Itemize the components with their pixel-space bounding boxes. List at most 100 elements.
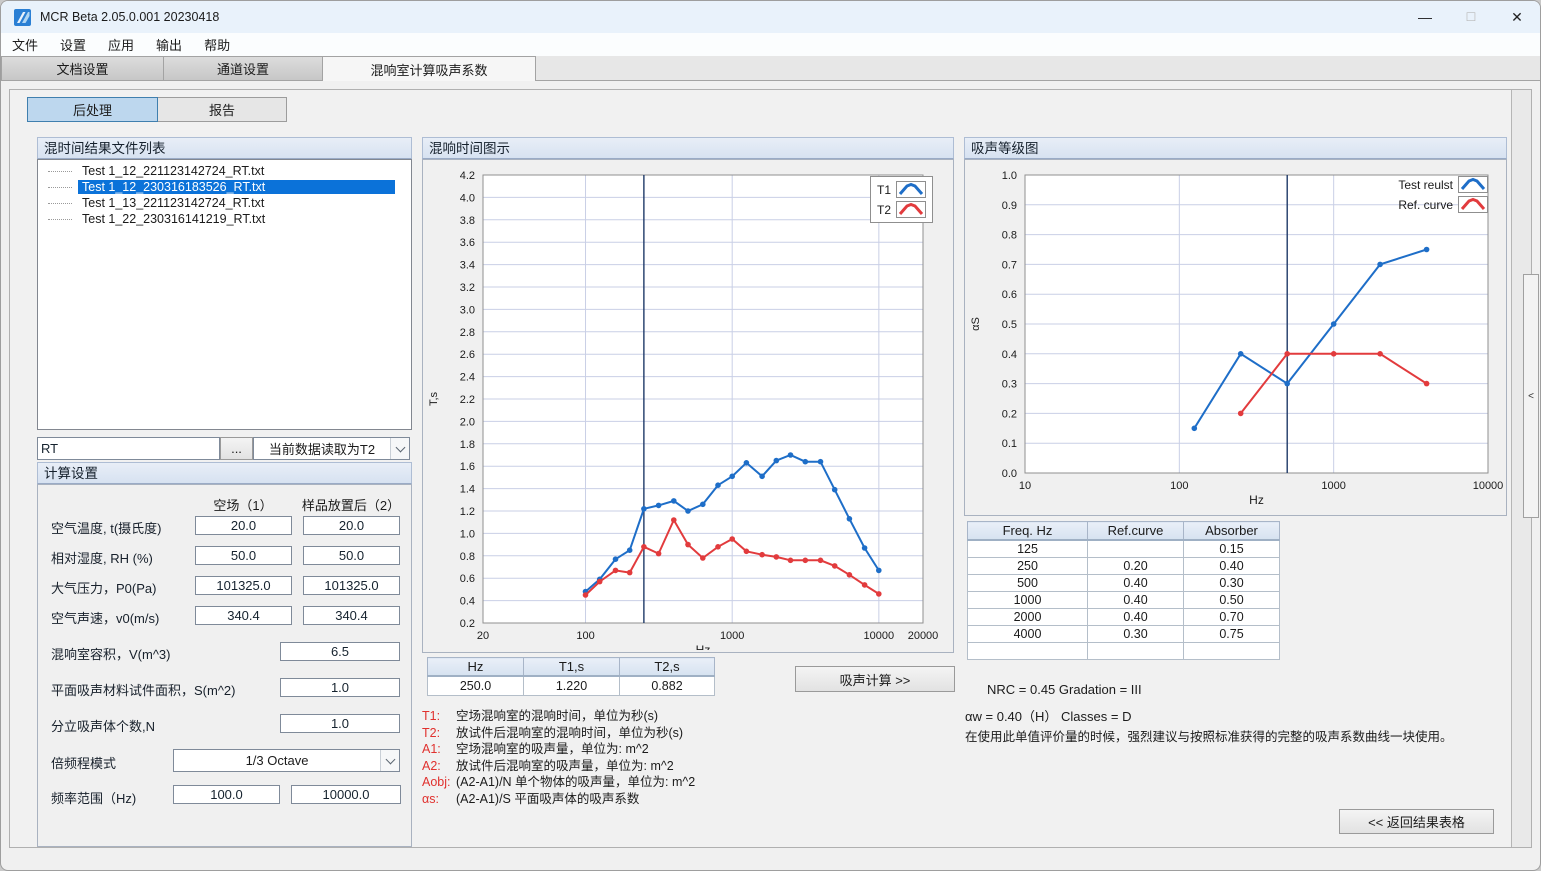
table-cell: 0.50 (1184, 591, 1280, 608)
minimize-icon[interactable]: — (1402, 1, 1448, 33)
tab-文档设置[interactable]: 文档设置 (1, 56, 164, 80)
svg-text:0.2: 0.2 (1002, 408, 1017, 420)
calc-input-with-sample[interactable] (303, 546, 400, 565)
table-cell: 1.220 (524, 676, 620, 695)
definition-text: 空场混响室的混响时间，单位为秒(s) (456, 709, 658, 723)
legend-label: T1 (877, 183, 891, 197)
table-cell: 0.40 (1088, 608, 1184, 625)
svg-text:0.4: 0.4 (460, 596, 475, 608)
rt-chart-caption: 混响时间图示 (422, 137, 954, 159)
tab-通道设置[interactable]: 通道设置 (164, 56, 323, 80)
usage-note: 在使用此单值评价量的时候，强烈建议与按照标准获得的完整的吸声系数曲线一块使用。 (965, 726, 1453, 745)
menu-item-设置[interactable]: 设置 (49, 33, 97, 56)
calc-settings-caption: 计算设置 (37, 462, 412, 484)
table-cell: 0.20 (1088, 557, 1184, 574)
calc-input-single[interactable] (280, 714, 400, 733)
file-name: Test 1_12_221123142724_RT.txt (78, 164, 395, 178)
rt-name-input[interactable] (37, 437, 220, 460)
svg-text:1000: 1000 (720, 630, 744, 642)
svg-text:0.4: 0.4 (1002, 349, 1017, 361)
file-list-caption: 混时间结果文件列表 (37, 137, 412, 159)
table-cell (1088, 540, 1184, 557)
table-row: 20000.400.70 (968, 608, 1280, 625)
rt-chart[interactable]: T1T2 0.20.40.60.81.01.21.41.61.82.02.22.… (422, 159, 954, 653)
tab-混响室计算吸声系数[interactable]: 混响室计算吸声系数 (323, 56, 536, 81)
rating-chart[interactable]: Test reulstRef. curve 0.00.10.20.30.40.5… (964, 159, 1507, 516)
absorb-calc-button[interactable]: 吸声计算 >> (795, 666, 955, 692)
svg-text:0.2: 0.2 (460, 618, 475, 630)
definition-text: (A2-A1)/S 平面吸声体的吸声系数 (456, 792, 639, 806)
freq-max-input[interactable] (291, 785, 401, 804)
file-list-item[interactable]: Test 1_12_221123142724_RT.txt (38, 163, 411, 179)
legend-label: Test reulst (1398, 178, 1453, 192)
curve-glyph-icon (896, 201, 926, 218)
tree-guide (48, 171, 72, 172)
table-header-cell: Ref.curve (1088, 522, 1184, 541)
maximize-icon[interactable]: ☐ (1448, 1, 1494, 33)
table-row: 250.01.2200.882 (428, 676, 715, 695)
return-results-button[interactable]: << 返回结果表格 (1339, 809, 1494, 834)
calc-input-empty-room[interactable] (195, 576, 292, 595)
definition-text: (A2-A1)/N 单个物体的吸声量，单位为: m^2 (456, 775, 695, 789)
calc-input-empty-room[interactable] (195, 546, 292, 565)
definition-text: 放试件后混响室的吸声量，单位为: m^2 (456, 759, 674, 773)
svg-text:1.2: 1.2 (460, 506, 475, 518)
table-header-cell: Freq. Hz (968, 522, 1088, 541)
calc-input-empty-room[interactable] (195, 516, 292, 535)
subtab-报告[interactable]: 报告 (157, 97, 287, 122)
close-icon[interactable]: ✕ (1494, 1, 1540, 33)
calc-input-empty-room[interactable] (195, 606, 292, 625)
calc-settings-box: 空场（1） 样品放置后（2） 空气温度, t(摄氏度)相对湿度, RH (%)大… (37, 484, 412, 847)
rt-result-table: HzT1,sT2,s250.01.2200.882 (427, 657, 715, 696)
table-cell: 500 (968, 574, 1088, 591)
tree-guide (48, 219, 72, 220)
table-cell: 1000 (968, 591, 1088, 608)
menu-item-帮助[interactable]: 帮助 (193, 33, 241, 56)
freq-min-input[interactable] (173, 785, 280, 804)
svg-text:0.8: 0.8 (1002, 230, 1017, 242)
svg-text:0.0: 0.0 (1002, 468, 1017, 480)
svg-text:0.6: 0.6 (460, 573, 475, 585)
curve-glyph-icon (1458, 196, 1488, 213)
data-read-combo[interactable]: 当前数据读取为T2 (253, 437, 410, 460)
svg-text:2.8: 2.8 (460, 327, 475, 339)
browse-button[interactable]: ... (220, 437, 253, 460)
svg-text:Hz: Hz (1249, 493, 1264, 507)
chevron-down-icon[interactable] (390, 438, 409, 459)
svg-text:3.6: 3.6 (460, 237, 475, 249)
svg-text:3.0: 3.0 (460, 304, 475, 316)
file-list-item[interactable]: Test 1_22_230316141219_RT.txt (38, 211, 411, 227)
table-row: 2500.200.40 (968, 557, 1280, 574)
definition-key: A2: (422, 758, 456, 775)
file-list-item[interactable]: Test 1_12_230316183526_RT.txt (38, 179, 411, 195)
calc-input-with-sample[interactable] (303, 576, 400, 595)
tree-guide (48, 203, 72, 204)
chevron-down-icon[interactable] (380, 750, 399, 771)
svg-text:20000: 20000 (908, 630, 939, 642)
subtab-后处理[interactable]: 后处理 (27, 97, 158, 122)
calc-input-with-sample[interactable] (303, 606, 400, 625)
panel-collapse-handle[interactable]: < (1523, 274, 1539, 518)
menu-item-应用[interactable]: 应用 (97, 33, 145, 56)
table-header-cell: T1,s (524, 658, 620, 677)
menu-item-文件[interactable]: 文件 (1, 33, 49, 56)
with-sample-column-header: 样品放置后（2） (286, 495, 416, 514)
table-cell: 250.0 (428, 676, 524, 695)
menu-item-输出[interactable]: 输出 (145, 33, 193, 56)
definition-key: αs: (422, 791, 456, 808)
window-controls: — ☐ ✕ (1402, 1, 1540, 33)
alphaw-result: αw = 0.40（H） Classes = D (965, 706, 1131, 725)
definition-key: T2: (422, 725, 456, 742)
calc-input-single[interactable] (280, 678, 400, 697)
svg-text:1.0: 1.0 (460, 528, 475, 540)
octave-mode-combo[interactable]: 1/3 Octave (173, 749, 400, 772)
calc-input-with-sample[interactable] (303, 516, 400, 535)
rating-chart-caption: 吸声等级图 (964, 137, 1507, 159)
tree-guide (48, 187, 72, 188)
table-cell: 4000 (968, 625, 1088, 642)
file-name: Test 1_12_230316183526_RT.txt (78, 180, 395, 194)
file-list-item[interactable]: Test 1_13_221123142724_RT.txt (38, 195, 411, 211)
table-cell (1088, 642, 1184, 659)
calc-input-single[interactable] (280, 642, 400, 661)
calc-row-label: 混响室容积，V(m^3) (51, 644, 171, 663)
